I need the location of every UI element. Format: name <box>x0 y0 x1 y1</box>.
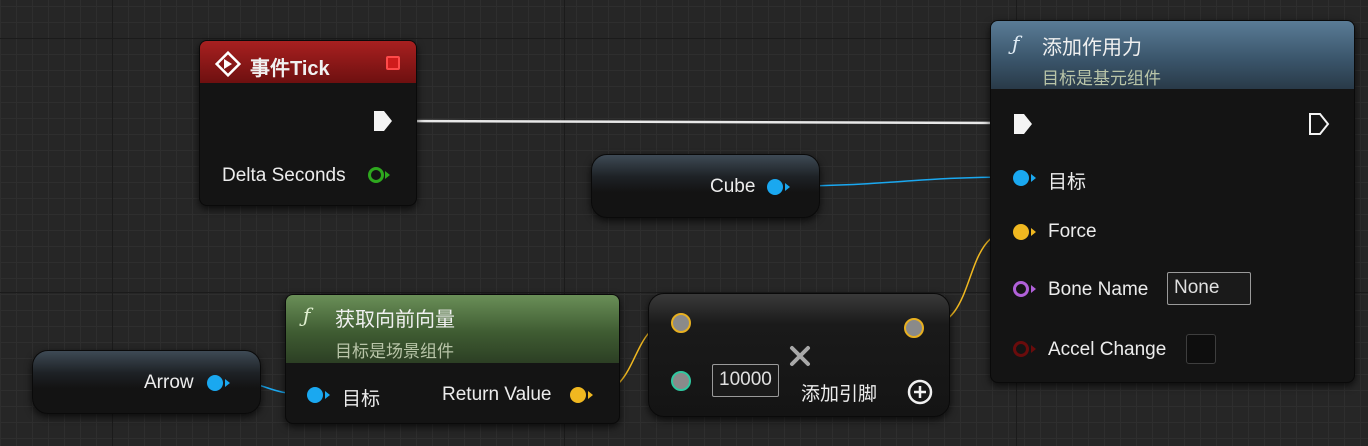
cube-variable-node[interactable]: Cube <box>591 154 820 218</box>
arrow-output-pin-arrow <box>225 379 230 387</box>
cube-to-target-wire[interactable] <box>791 176 1013 187</box>
function-icon: ƒ <box>1012 31 1020 55</box>
multiply-node[interactable]: 10000 添加引脚 <box>648 293 950 417</box>
add-force-title: 添加作用力 <box>1042 37 1142 59</box>
forward-target-pin[interactable] <box>307 387 323 403</box>
arrow-output-pin[interactable] <box>207 375 223 391</box>
get-forward-vector-header: ƒ 获取向前向量 目标是场景组件 <box>286 295 619 363</box>
add-force-target-pin-arrow <box>1031 174 1036 182</box>
delta-seconds-label: Delta Seconds <box>222 165 346 186</box>
function-icon: ƒ <box>303 303 311 327</box>
add-force-exec-in-pin[interactable] <box>1012 112 1034 136</box>
event-tick-title: 事件Tick <box>250 58 330 80</box>
exec-wire[interactable] <box>397 119 1011 125</box>
accel-change-pin-arrow <box>1031 345 1036 353</box>
event-tick-header: 事件Tick <box>200 41 416 83</box>
multiply-x-icon <box>790 346 810 366</box>
add-force-header: ƒ 添加作用力 目标是基元组件 <box>991 21 1354 89</box>
delta-seconds-pin-arrow <box>385 171 390 179</box>
event-diamond-icon <box>215 51 241 77</box>
cube-label: Cube <box>710 176 756 197</box>
force-pin[interactable] <box>1013 224 1029 240</box>
return-value-pin[interactable] <box>570 387 586 403</box>
event-tick-exec-out-pin[interactable] <box>372 109 394 133</box>
multiply-value-field[interactable]: 10000 <box>712 364 779 397</box>
delta-seconds-pin[interactable] <box>368 167 384 183</box>
force-pin-arrow <box>1031 228 1036 236</box>
add-pin-plus-icon[interactable] <box>907 379 933 405</box>
force-label: Force <box>1048 221 1097 242</box>
bone-name-label: Bone Name <box>1048 279 1149 300</box>
add-force-exec-out-pin[interactable] <box>1308 112 1330 136</box>
add-force-subtitle: 目标是基元组件 <box>1042 69 1161 88</box>
return-value-pin-arrow <box>588 391 593 399</box>
get-forward-vector-subtitle: 目标是场景组件 <box>335 342 454 361</box>
arrow-label: Arrow <box>144 372 194 393</box>
forward-target-pin-arrow <box>325 391 330 399</box>
add-force-target-pin[interactable] <box>1013 170 1029 186</box>
bone-name-pin-arrow <box>1031 285 1036 293</box>
add-force-target-label: 目标 <box>1048 172 1087 193</box>
add-pin-label[interactable]: 添加引脚 <box>801 379 877 406</box>
add-force-node[interactable]: ƒ 添加作用力 目标是基元组件 目标 Force Bone Name None … <box>990 20 1355 383</box>
return-value-label: Return Value <box>442 384 552 405</box>
accel-change-pin[interactable] <box>1013 341 1029 357</box>
arrow-variable-node[interactable]: Arrow <box>32 350 261 414</box>
forward-target-label: 目标 <box>342 389 381 410</box>
get-forward-vector-node[interactable]: ƒ 获取向前向量 目标是场景组件 目标 Return Value <box>285 294 620 424</box>
bone-name-field[interactable]: None <box>1167 272 1251 305</box>
bone-name-pin[interactable] <box>1013 281 1029 297</box>
cube-output-pin[interactable] <box>767 179 783 195</box>
multiply-input-a-pin[interactable] <box>671 313 691 333</box>
event-tick-node[interactable]: 事件Tick Delta Seconds <box>199 40 417 206</box>
cube-output-pin-arrow <box>785 183 790 191</box>
get-forward-vector-title: 获取向前向量 <box>335 309 455 331</box>
event-stop-icon <box>386 56 400 70</box>
multiply-input-b-pin[interactable] <box>671 371 691 391</box>
accel-change-label: Accel Change <box>1048 339 1167 360</box>
multiply-output-pin[interactable] <box>904 318 924 338</box>
accel-change-checkbox[interactable] <box>1186 334 1216 364</box>
